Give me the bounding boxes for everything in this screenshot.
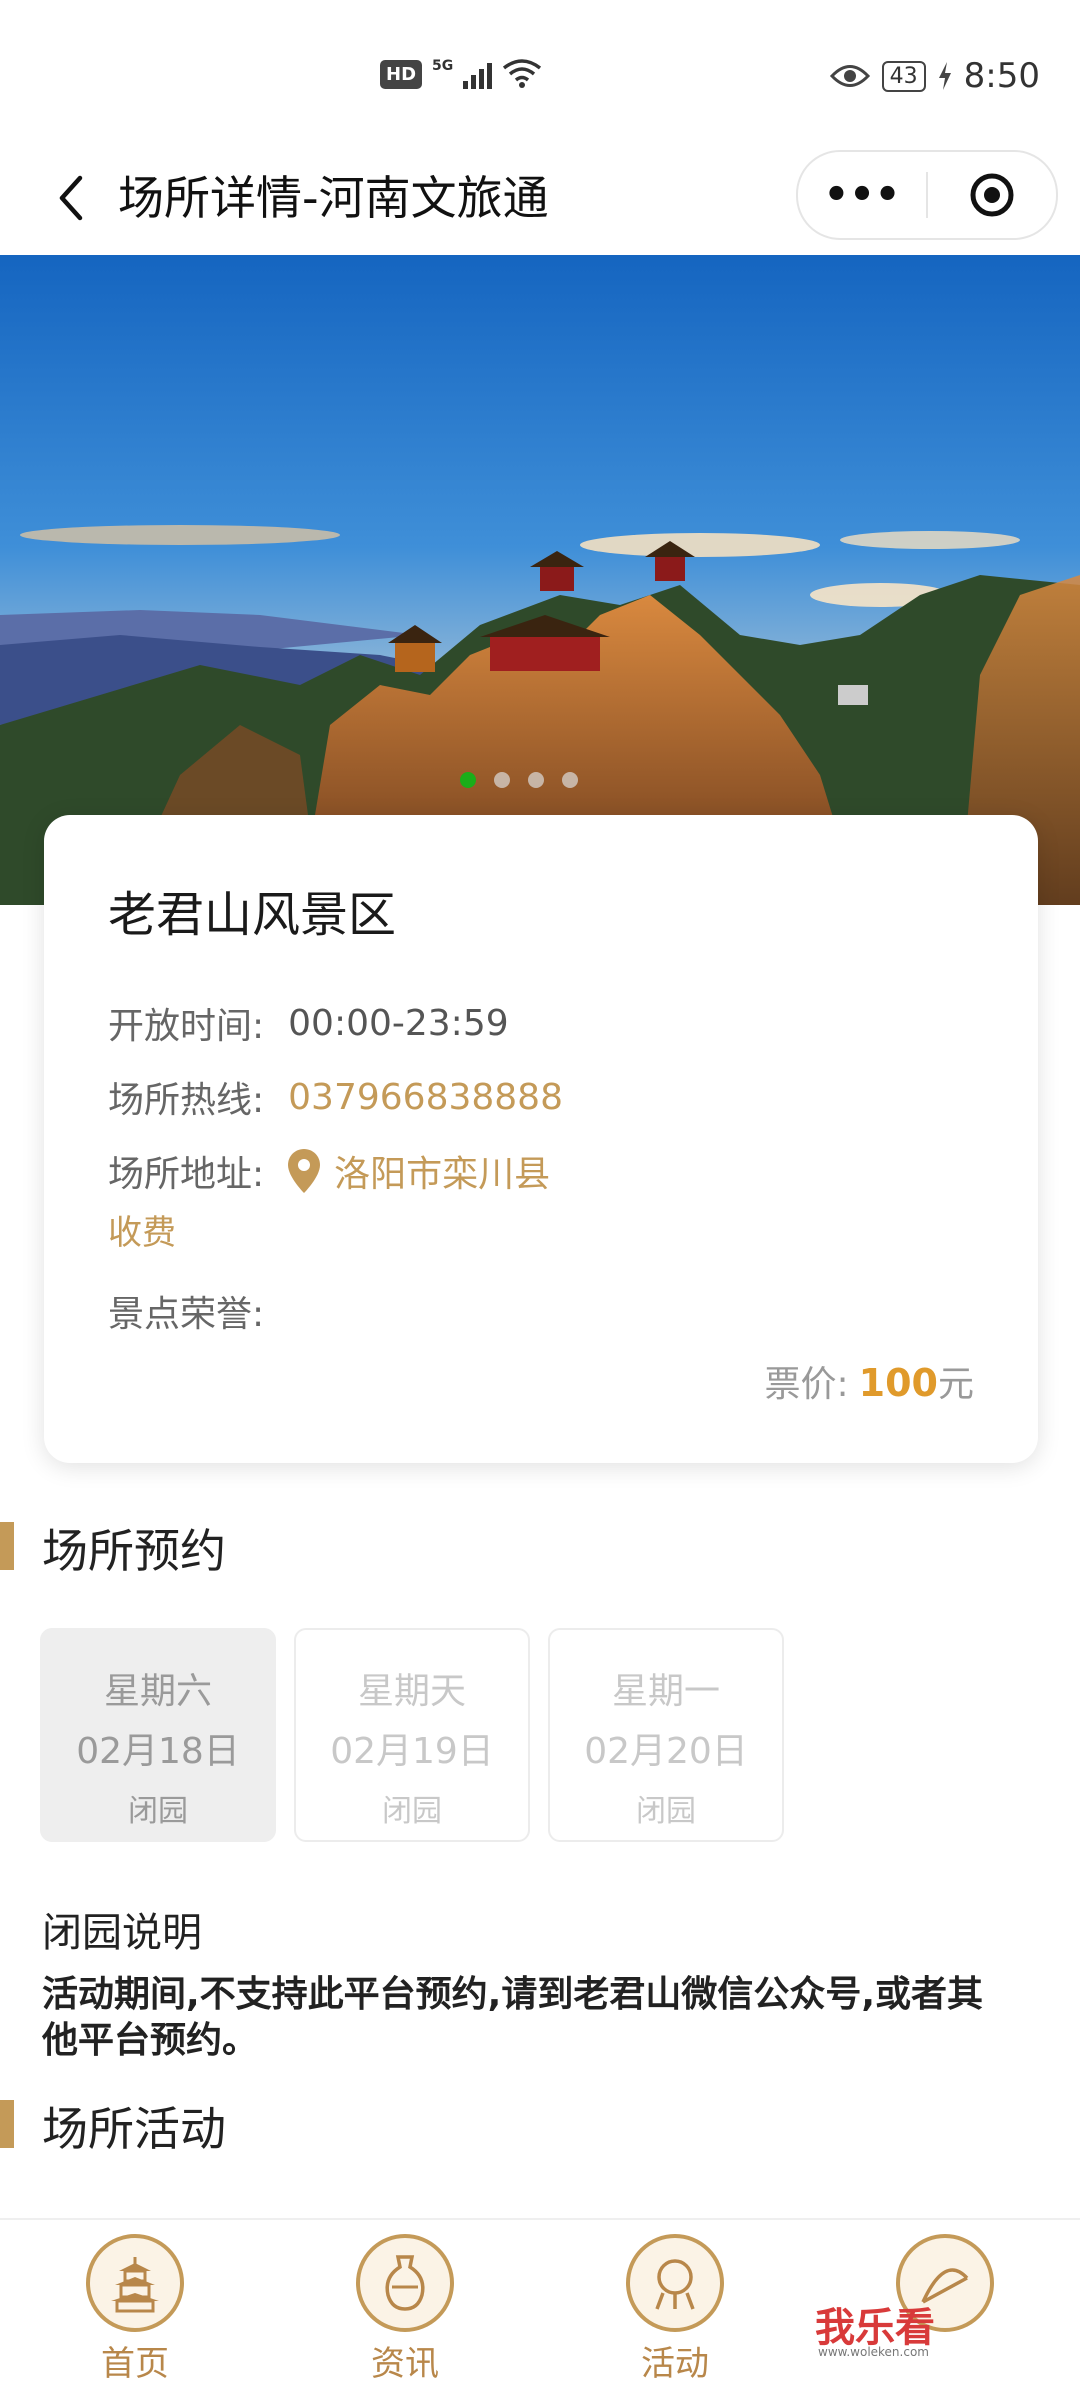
carousel-dot[interactable] xyxy=(460,772,476,788)
network-type: 5G xyxy=(432,58,454,74)
target-close-icon xyxy=(970,173,1014,217)
price-unit: 元 xyxy=(937,1364,974,1405)
price-label: 票价: xyxy=(764,1364,849,1405)
tab-home[interactable]: 首页 xyxy=(45,2234,225,2385)
system-indicators: 43 8:50 xyxy=(829,56,1040,96)
vase-icon xyxy=(356,2234,454,2332)
date-day: 02月18日 xyxy=(76,1731,240,1772)
date-status: 闭园 xyxy=(636,1794,696,1829)
carousel-dot[interactable] xyxy=(494,772,510,788)
price-value: 100 xyxy=(858,1361,938,1405)
hotline-label: 场所热线: xyxy=(108,1080,265,1121)
close-miniprogram-button[interactable] xyxy=(928,152,1056,238)
navigation-bar: 场所详情-河南文旅通 ••• xyxy=(0,150,1080,255)
carousel-dot[interactable] xyxy=(562,772,578,788)
date-weekday: 星期天 xyxy=(357,1671,466,1712)
tab-activities[interactable]: 活动 xyxy=(585,2234,765,2385)
status-bar: HD 5G 43 8:50 xyxy=(0,0,1080,150)
signal-icon xyxy=(463,59,493,89)
mountain-landscape-image xyxy=(0,255,1080,905)
date-option[interactable]: 星期六 02月18日 闭园 xyxy=(40,1628,276,1842)
pagoda-icon xyxy=(86,2234,184,2332)
honor-label: 景点荣誉: xyxy=(108,1294,265,1335)
wifi-icon xyxy=(503,59,542,88)
tab-home-label: 首页 xyxy=(101,2344,169,2384)
date-weekday: 星期六 xyxy=(103,1671,212,1712)
date-weekday: 星期一 xyxy=(611,1671,720,1712)
miniprogram-capsule: ••• xyxy=(796,150,1058,240)
open-hours-label: 开放时间: xyxy=(108,1006,265,1047)
network-indicators: HD 5G xyxy=(380,58,542,90)
reservation-section-title: 场所预约 xyxy=(42,1524,226,1578)
date-option[interactable]: 星期一 02月20日 闭园 xyxy=(548,1628,784,1842)
carousel-dot[interactable] xyxy=(528,772,544,788)
charging-icon xyxy=(938,62,951,90)
more-icon: ••• xyxy=(823,172,901,218)
page-title: 场所详情-河南文旅通 xyxy=(118,171,549,225)
section-accent-bar xyxy=(0,1522,14,1570)
ticket-price: 票价: 100元 xyxy=(765,1355,974,1407)
closure-notice-text: 活动期间,不支持此平台预约,请到老君山微信公众号,或者其他平台预约。 xyxy=(42,1974,984,2061)
activities-section-title: 场所活动 xyxy=(42,2102,226,2156)
open-hours-value: 00:00-23:59 xyxy=(288,1002,509,1044)
tab-news[interactable]: 资讯 xyxy=(315,2234,495,2385)
chevron-left-icon xyxy=(59,175,83,221)
venue-name: 老君山风景区 xyxy=(108,887,397,943)
eye-icon xyxy=(829,65,870,87)
date-day: 02月20日 xyxy=(584,1731,748,1772)
address-value: 洛阳市栾川县 xyxy=(334,1154,551,1195)
tab-activities-label: 活动 xyxy=(641,2344,709,2384)
venue-info-card: 老君山风景区 开放时间: 00:00-23:59 场所热线: 037966838… xyxy=(44,815,1038,1463)
closure-notice-title: 闭园说明 xyxy=(42,1910,202,1956)
clock: 8:50 xyxy=(963,56,1040,96)
section-accent-bar xyxy=(0,2100,14,2148)
tab-news-label: 资讯 xyxy=(371,2344,439,2384)
venue-photo-carousel[interactable] xyxy=(0,255,1080,905)
battery-icon: 43 xyxy=(881,60,926,92)
watermark-url: www.woleken.com xyxy=(818,2345,929,2359)
date-day: 02月19日 xyxy=(330,1731,494,1772)
hotline-link[interactable]: 037966838888 xyxy=(288,1077,563,1118)
address-label: 场所地址: xyxy=(108,1154,265,1195)
carousel-indicators xyxy=(460,772,578,788)
date-status: 闭园 xyxy=(382,1794,442,1829)
fee-badge: 收费 xyxy=(108,1213,176,1253)
more-button[interactable]: ••• xyxy=(798,152,926,238)
hd-badge: HD xyxy=(380,59,423,89)
open-hours-row: 开放时间: 00:00-23:59 xyxy=(108,997,509,1049)
back-button[interactable] xyxy=(40,168,100,228)
date-option[interactable]: 星期天 02月19日 闭园 xyxy=(294,1628,530,1842)
honor-row: 景点荣誉: xyxy=(108,1285,264,1337)
hotline-row: 场所热线: 037966838888 xyxy=(108,1071,563,1123)
drum-icon xyxy=(626,2234,724,2332)
address-row[interactable]: 场所地址: 洛阳市栾川县 xyxy=(108,1145,550,1197)
location-pin-icon xyxy=(288,1149,321,1193)
date-status: 闭园 xyxy=(128,1794,188,1829)
